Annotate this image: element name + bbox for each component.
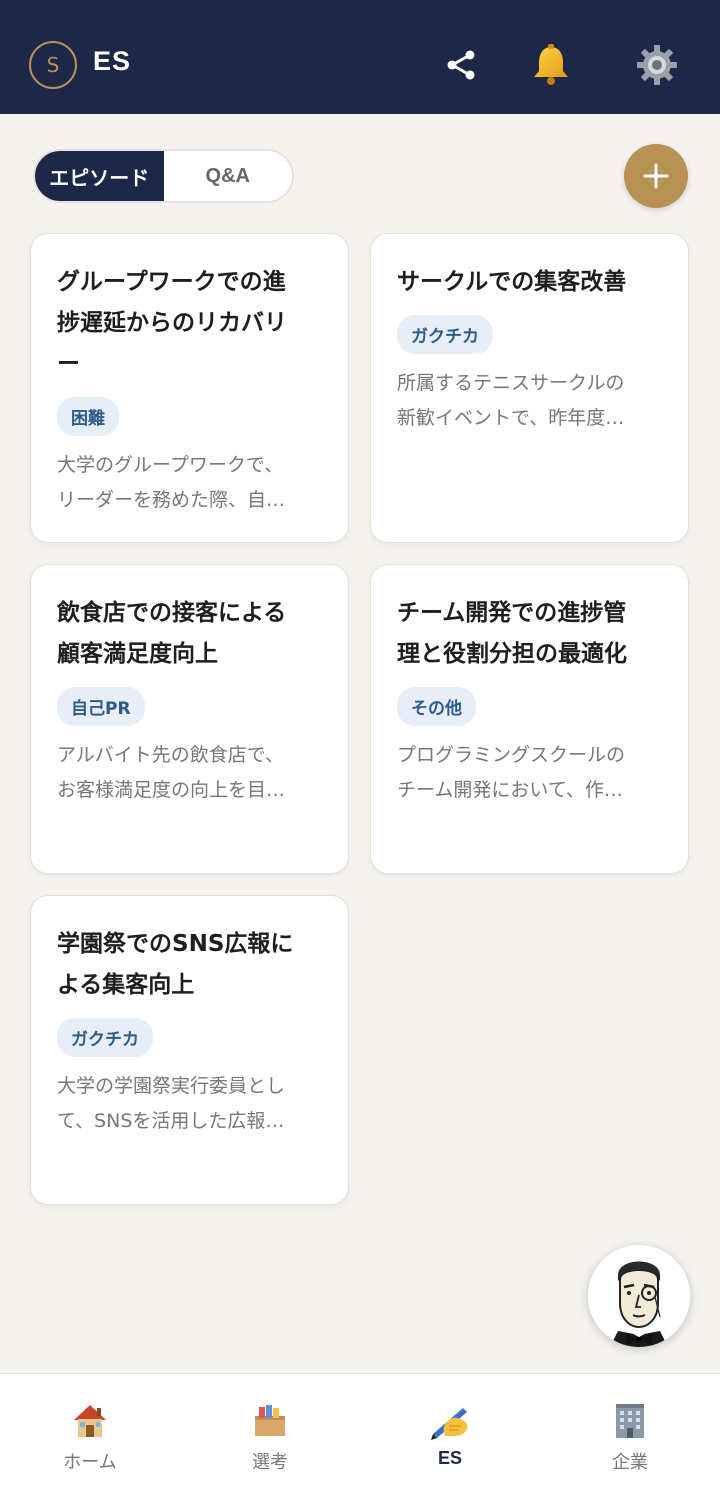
episode-card[interactable]: サークルでの集客改善 ガクチカ 所属するテニスサークルの 新歓イベントで、昨年度… bbox=[370, 233, 689, 543]
card-description: アルバイト先の飲食店で、 お客様満足度の向上を目… bbox=[57, 738, 322, 808]
card-title-line: 捗遅延からのリカバリ bbox=[57, 310, 287, 336]
episode-qa-toggle: エピソード Q&A bbox=[33, 149, 294, 203]
card-title: 飲食店での接客による 顧客満足度向上 bbox=[57, 593, 322, 675]
nav-label: 企業 bbox=[612, 1452, 648, 1473]
card-description: プログラミングスクールの チーム開発において、作… bbox=[397, 738, 662, 808]
card-description-line: て、SNSを活用した広報… bbox=[57, 1110, 285, 1132]
card-title-line: よる集客向上 bbox=[57, 972, 195, 998]
nav-es[interactable]: ES bbox=[360, 1374, 540, 1487]
bell-icon[interactable] bbox=[528, 42, 574, 88]
category-tag: 困難 bbox=[57, 397, 119, 436]
card-title-line: ー bbox=[57, 351, 80, 377]
card-description-line: 大学の学園祭実行委員とし bbox=[57, 1075, 286, 1097]
share-icon[interactable] bbox=[438, 42, 484, 88]
card-description: 大学のグループワークで、 リーダーを務めた際、自… bbox=[57, 448, 322, 518]
bottom-navigation: ホーム 選考 ES 企業 bbox=[0, 1373, 720, 1487]
card-title-line: 理と役割分担の最適化 bbox=[397, 641, 627, 667]
card-description: 所属するテニスサークルの 新歓イベントで、昨年度… bbox=[397, 366, 662, 436]
category-tag: ガクチカ bbox=[397, 315, 493, 354]
card-title-line: サークルでの集客改善 bbox=[397, 269, 627, 295]
card-description-line: お客様満足度の向上を目… bbox=[57, 779, 286, 801]
nav-label: ホーム bbox=[63, 1452, 117, 1473]
card-description-line: プログラミングスクールの bbox=[397, 744, 626, 766]
episode-card[interactable]: 飲食店での接客による 顧客満足度向上 自己PR アルバイト先の飲食店で、 お客様… bbox=[30, 564, 349, 874]
nav-home[interactable]: ホーム bbox=[0, 1374, 180, 1487]
card-description-line: アルバイト先の飲食店で、 bbox=[57, 744, 285, 766]
nav-label: 選考 bbox=[252, 1452, 288, 1473]
card-title-line: 顧客満足度向上 bbox=[57, 641, 218, 667]
card-description-line: 新歓イベントで、昨年度… bbox=[397, 407, 625, 429]
logo-letter: S bbox=[46, 53, 60, 77]
category-tag: 自己PR bbox=[57, 687, 145, 726]
card-description: 大学の学園祭実行委員とし て、SNSを活用した広報… bbox=[57, 1069, 322, 1139]
house-icon bbox=[68, 1398, 112, 1442]
card-title-line: グループワークでの進 bbox=[57, 269, 286, 295]
card-title: サークルでの集客改善 bbox=[397, 262, 662, 303]
app-header: S ES bbox=[0, 0, 720, 114]
card-description-line: チーム開発において、作… bbox=[397, 779, 623, 801]
card-box-icon bbox=[248, 1398, 292, 1442]
gear-icon[interactable] bbox=[634, 42, 680, 88]
tab-qa[interactable]: Q&A bbox=[163, 151, 292, 201]
page-title: ES bbox=[93, 46, 132, 76]
episode-card[interactable]: グループワークでの進 捗遅延からのリカバリ ー 困難 大学のグループワークで、 … bbox=[30, 233, 349, 543]
logo-badge: S bbox=[29, 41, 77, 89]
card-title: 学園祭でのSNS広報に よる集客向上 bbox=[57, 924, 322, 1006]
assistant-avatar-button[interactable] bbox=[588, 1245, 690, 1347]
butler-avatar-icon bbox=[588, 1245, 690, 1347]
category-tag: その他 bbox=[397, 687, 476, 726]
nav-selection[interactable]: 選考 bbox=[180, 1374, 360, 1487]
card-title-line: 飲食店での接客による bbox=[57, 600, 287, 626]
category-tag: ガクチカ bbox=[57, 1018, 153, 1057]
nav-label: ES bbox=[437, 1448, 462, 1468]
card-title: チーム開発での進捗管 理と役割分担の最適化 bbox=[397, 593, 662, 675]
card-description-line: 所属するテニスサークルの bbox=[397, 372, 625, 394]
writing-hand-icon bbox=[428, 1398, 472, 1442]
card-description-line: リーダーを務めた際、自… bbox=[57, 489, 286, 511]
tab-episode[interactable]: エピソード bbox=[35, 151, 164, 201]
card-title: グループワークでの進 捗遅延からのリカバリ ー bbox=[57, 262, 322, 385]
card-description-line: 大学のグループワークで、 bbox=[57, 454, 284, 476]
office-building-icon bbox=[608, 1398, 652, 1442]
nav-companies[interactable]: 企業 bbox=[540, 1374, 720, 1487]
episode-card[interactable]: 学園祭でのSNS広報に よる集客向上 ガクチカ 大学の学園祭実行委員とし て、S… bbox=[30, 895, 349, 1205]
episode-card[interactable]: チーム開発での進捗管 理と役割分担の最適化 その他 プログラミングスクールの チ… bbox=[370, 564, 689, 874]
card-title-line: チーム開発での進捗管 bbox=[397, 600, 627, 626]
card-title-line: 学園祭でのSNS広報に bbox=[57, 931, 294, 957]
add-episode-button[interactable] bbox=[624, 144, 688, 208]
plus-icon bbox=[643, 163, 669, 189]
